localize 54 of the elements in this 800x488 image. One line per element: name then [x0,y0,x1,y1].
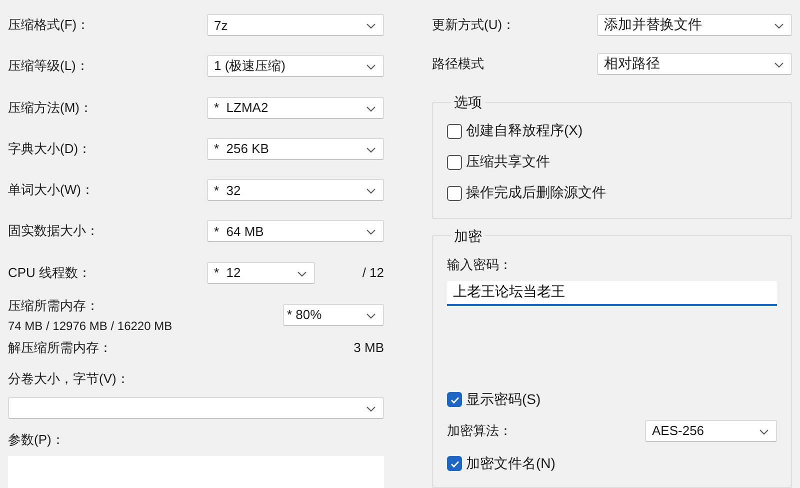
dropdown[interactable]: 7z [207,14,384,36]
field-label: 路径模式 [432,55,484,73]
dropdown[interactable]: 添加并替换文件 [597,14,792,36]
field-label: 更新方式(U)： [432,16,516,34]
dropdown[interactable]: * 64 MB [207,220,384,242]
field-label: CPU 线程数： [8,264,92,282]
chevron-down-icon [366,106,376,112]
field-label: 固实数据大小： [8,222,99,240]
checkbox[interactable] [447,392,462,408]
chevron-down-icon [759,428,769,435]
dropdown[interactable]: 1 (极速压缩) [207,55,384,78]
checkbox-label: 显示密码(S) [466,390,541,409]
memory-usage: 74 MB / 12976 MB / 16220 MB [8,318,172,333]
field-label: 压缩所需内存： [8,296,100,315]
checkbox-label: 加密文件名(N) [466,454,556,473]
checkbox[interactable] [447,124,462,138]
field-label: 解压缩所需内存： [8,338,112,357]
memory-value: 3 MB [354,340,384,356]
dropdown[interactable]: * LZMA2 [207,96,384,119]
checkbox[interactable] [447,154,462,170]
field-label: 单词大小(W)： [8,181,94,200]
checkbox-label: 创建自释放程序(X) [466,122,583,140]
field-label: 参数(P)： [8,430,66,449]
dropdown[interactable]: 相对路径 [597,53,792,75]
dropdown[interactable]: * 256 KB [207,138,384,160]
field-label: 输入密码： [447,256,513,274]
thread-total: / 12 [362,265,384,280]
field-label: 加密算法： [447,422,512,440]
chevron-down-icon [297,270,307,277]
chevron-down-icon [366,23,376,29]
checkbox[interactable] [447,186,462,200]
chevron-down-icon [774,23,784,29]
dropdown[interactable]: * 12 [207,262,315,284]
field-label: 分卷大小，字节(V)： [8,370,130,388]
dropdown[interactable]: AES-256 [645,420,777,442]
chevron-down-icon [366,146,376,153]
field-label: 压缩等级(L)： [8,57,89,76]
chevron-down-icon [366,229,376,236]
group-title: 加密 [453,226,483,245]
password-field[interactable]: 上老王论坛当老王 [447,280,777,306]
chevron-down-icon [366,64,376,70]
field-label: 字典大小(D)： [8,140,92,158]
chevron-down-icon [774,62,784,68]
checkbox[interactable] [447,456,462,472]
chevron-down-icon [366,406,376,412]
field-label: 压缩格式(F)： [8,16,90,34]
dropdown[interactable]: * 80% [283,304,384,326]
checkbox-label: 操作完成后删除源文件 [466,184,606,202]
field-label: 压缩方法(M)： [8,98,92,117]
dropdown[interactable]: * 32 [207,179,384,202]
group-title: 选项 [453,93,483,111]
chevron-down-icon [366,312,376,319]
chevron-down-icon [366,188,376,194]
checkbox-label: 压缩共享文件 [466,153,550,171]
